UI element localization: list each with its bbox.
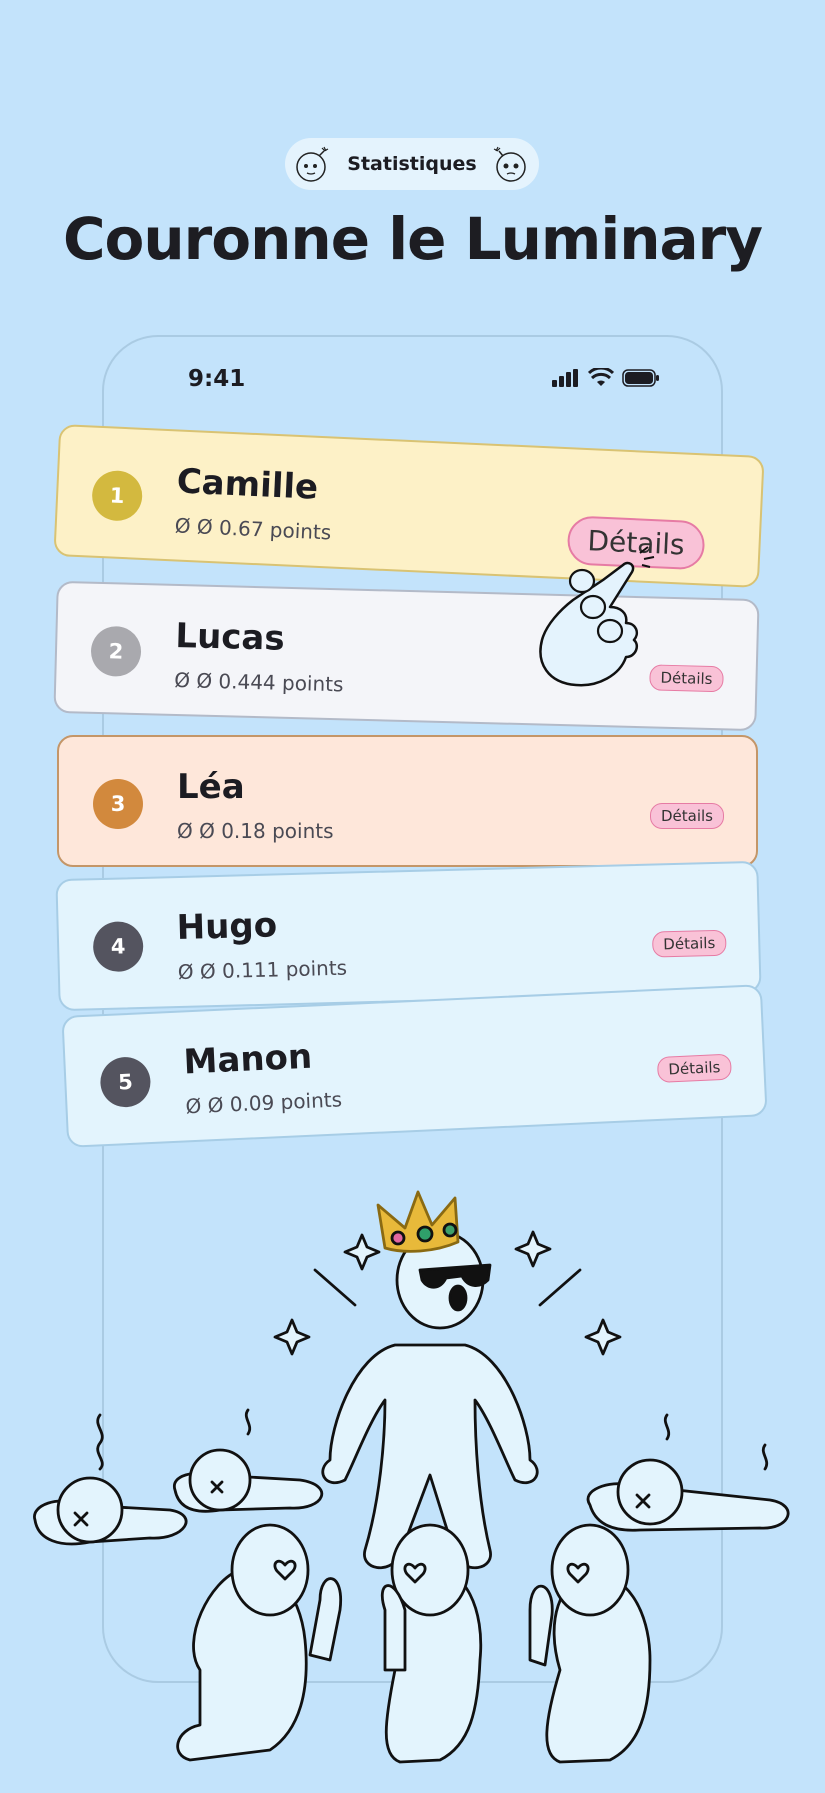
player-name: Lucas	[174, 615, 286, 659]
player-name: Hugo	[176, 905, 278, 949]
details-button[interactable]: Détails	[649, 803, 724, 829]
rank-badge: 3	[93, 779, 143, 829]
page-title: Couronne le Luminary	[62, 205, 763, 273]
details-button[interactable]: Détails	[656, 1053, 732, 1083]
player-points: Ø Ø 0.67 points	[174, 513, 332, 545]
details-button[interactable]: Détails	[651, 929, 727, 958]
leaderboard-card[interactable]: 3 Léa Ø Ø 0.18 points Détails	[57, 735, 758, 867]
wifi-icon	[588, 368, 614, 386]
cellular-signal-icon	[552, 369, 578, 387]
crowned-figure-illustration	[33, 1190, 790, 1764]
status-time: 9:41	[188, 366, 246, 392]
details-button[interactable]: Détails	[649, 664, 724, 693]
player-points: Ø Ø 0.18 points	[177, 819, 334, 843]
player-name: Manon	[182, 1036, 313, 1083]
rank-badge: 4	[92, 920, 144, 973]
player-name: Camille	[175, 461, 319, 508]
player-points: Ø Ø 0.111 points	[177, 955, 348, 985]
pointing-hand-icon	[539, 546, 655, 687]
statistics-badge: Statistiques	[285, 138, 539, 190]
player-name: Léa	[177, 767, 245, 807]
bomb-face-icon	[493, 146, 526, 182]
player-points: Ø Ø 0.444 points	[173, 667, 344, 697]
statistics-label: Statistiques	[347, 153, 477, 175]
rank-badge: 2	[90, 625, 142, 678]
battery-icon	[622, 369, 659, 387]
rank-badge: 1	[91, 469, 144, 522]
bomb-face-icon	[296, 146, 329, 182]
player-points: Ø Ø 0.09 points	[185, 1087, 343, 1119]
rank-badge: 5	[99, 1056, 152, 1109]
status-icons	[552, 368, 660, 388]
